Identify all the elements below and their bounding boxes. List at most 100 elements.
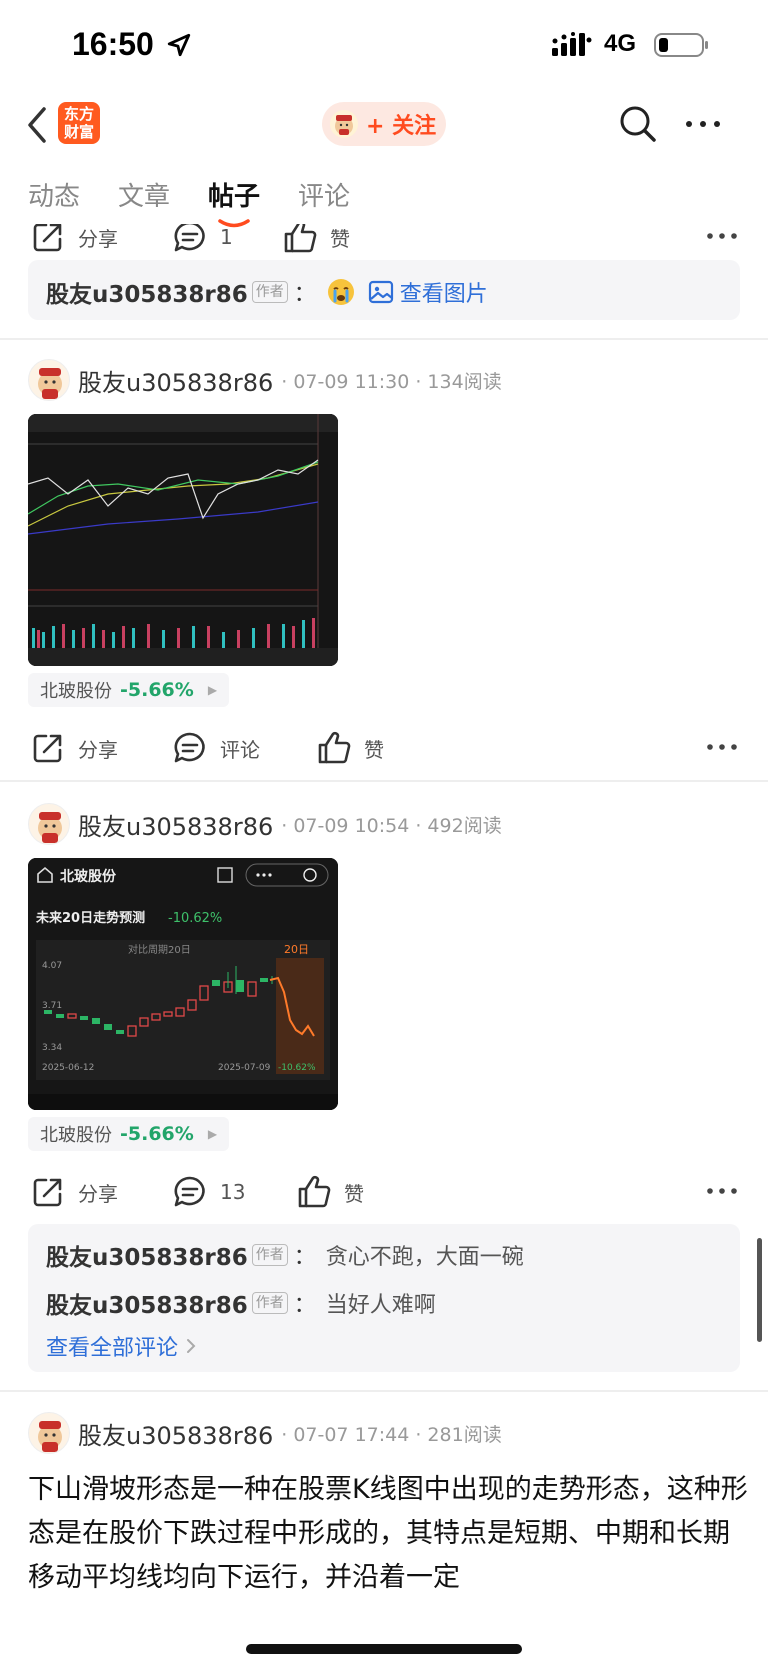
post-header: 股友u305838r86 · 07-09 11:30 · 134阅读 [28, 359, 502, 401]
comment-button[interactable]: 13 [172, 1165, 245, 1219]
post-more-icon[interactable] [706, 228, 738, 244]
fc-ytick-0: 4.07 [42, 961, 62, 971]
thumbs-up-icon [298, 1175, 331, 1208]
avatar[interactable] [28, 803, 70, 845]
post-meta: · 07-07 17:44 · 281阅读 [281, 1423, 502, 1446]
view-all-comments-label: 查看全部评论 [46, 1336, 179, 1361]
share-icon [33, 1178, 62, 1207]
chevron-right-icon: ▶ [207, 1127, 218, 1141]
avatar[interactable] [28, 359, 70, 401]
comment-text: 当好人难啊 [325, 1293, 436, 1318]
app-logo[interactable]: 东方 财富 [58, 102, 100, 144]
share-icon [33, 224, 62, 252]
tab-comments[interactable]: 评论 [298, 176, 350, 213]
network-type: 4G [604, 30, 637, 57]
share-button[interactable]: 分享 [30, 1165, 118, 1219]
scrollbar[interactable] [757, 1238, 762, 1342]
comment-username[interactable]: 股友u305838r86 [46, 1286, 248, 1320]
share-button[interactable]: 分享 [30, 224, 118, 264]
comment-button[interactable]: 评论 [172, 721, 260, 775]
location-arrow-icon [167, 33, 191, 57]
share-label: 分享 [78, 737, 118, 762]
post-username[interactable]: 股友u305838r86 [78, 807, 273, 842]
crying-emoji-icon [327, 279, 354, 305]
post-more-icon[interactable] [706, 739, 738, 755]
like-label: 赞 [344, 1181, 364, 1206]
fc-days-label: 20日 [284, 943, 309, 956]
forecast-screenshot: 北玻股份 未来20日走势预测 -10.62% 对比周期20日 20日 4.07 … [28, 858, 338, 1110]
author-tag: 作者 [251, 1292, 288, 1314]
status-time: 16:50 [72, 26, 154, 62]
post-body-text[interactable]: 下山滑坡形态是一种在股票K线图中出现的走势形态，这种形态是在股价下跌过程中形成的… [28, 1468, 748, 1600]
post-image-kline-photo[interactable] [28, 414, 338, 666]
view-all-comments-link[interactable]: 查看全部评论 [46, 1330, 198, 1362]
comment-text: 贪心不跑，大面一碗 [325, 1245, 524, 1270]
divider [0, 780, 768, 782]
like-button[interactable]: 赞 [296, 1165, 364, 1219]
more-options-icon[interactable] [684, 114, 722, 134]
comment-icon [174, 224, 205, 252]
avatar[interactable] [28, 1412, 70, 1454]
logo-text: 东方 财富 [63, 105, 94, 141]
comment-username[interactable]: 股友u305838r86 [46, 1238, 248, 1272]
comment-username[interactable]: 股友u305838r86 [46, 275, 248, 309]
comment-item: 股友u305838r86 作者 ： 查看图片 [46, 275, 488, 309]
tab-articles[interactable]: 文章 [118, 176, 170, 213]
fc-ytick-1: 3.71 [42, 1001, 62, 1011]
stock-tag[interactable]: 北玻股份 -5.66% ▶ [28, 1117, 230, 1151]
back-chevron-icon[interactable] [22, 104, 52, 146]
stock-change: -5.66% [120, 1123, 194, 1145]
like-label: 赞 [364, 737, 384, 762]
top-nav-bar: 东方 财富 + 关注 [0, 92, 768, 158]
comment-preview-box[interactable]: 股友u305838r86 作者 ： 查看图片 [28, 260, 740, 320]
battery-icon [654, 33, 708, 57]
post-header: 股友u305838r86 · 07-09 10:54 · 492阅读 [28, 803, 502, 845]
mascot-avatar-icon [38, 1421, 62, 1452]
author-tag: 作者 [251, 281, 288, 303]
share-label: 分享 [78, 1181, 118, 1206]
tab-dynamics[interactable]: 动态 [28, 176, 80, 213]
post-more-icon[interactable] [706, 1183, 738, 1199]
like-label: 赞 [330, 226, 350, 251]
divider [0, 338, 768, 340]
like-button[interactable]: 赞 [282, 224, 350, 264]
stock-name: 北玻股份 [40, 1125, 112, 1146]
fc-forecast-value: -10.62% [168, 911, 222, 926]
post-header: 股友u305838r86 · 07-07 17:44 · 281阅读 [28, 1412, 502, 1454]
fc-ytick-2: 3.34 [42, 1043, 62, 1053]
fc-date-start: 2025-06-12 [42, 1063, 94, 1073]
post-action-row: 分享 评论 赞 [0, 721, 768, 775]
search-icon[interactable] [618, 104, 658, 144]
fc-forecast-label: 未来20日走势预测 [35, 910, 145, 926]
avatar [330, 110, 358, 138]
mascot-avatar-icon [38, 368, 62, 399]
thumbs-up-icon [284, 224, 317, 253]
stock-tag[interactable]: 北玻股份 -5.66% ▶ [28, 673, 230, 707]
share-icon [33, 734, 62, 763]
tab-posts[interactable]: 帖子 [208, 176, 260, 213]
author-tag: 作者 [251, 1244, 288, 1266]
share-button[interactable]: 分享 [30, 721, 118, 775]
post-username[interactable]: 股友u305838r86 [78, 363, 273, 398]
chevron-right-icon: ▶ [207, 683, 218, 697]
comment-count: 13 [220, 1180, 246, 1204]
fc-end-pct: -10.62% [278, 1063, 316, 1073]
chevron-right-icon [187, 1339, 196, 1353]
follow-button[interactable]: + 关注 [322, 102, 446, 146]
post-username[interactable]: 股友u305838r86 [78, 1416, 273, 1451]
post-image-forecast[interactable]: 北玻股份 未来20日走势预测 -10.62% 对比周期20日 20日 4.07 … [28, 858, 338, 1110]
comment-icon [174, 1176, 205, 1207]
like-button[interactable]: 赞 [316, 721, 384, 775]
comment-button[interactable]: 1 [172, 224, 233, 264]
view-image-link[interactable]: 查看图片 [400, 276, 488, 308]
comment-count: 1 [220, 225, 233, 249]
post-action-row: 分享 1 赞 [0, 224, 768, 264]
comment-colon: ： [293, 1245, 316, 1270]
follow-label: + 关注 [366, 114, 437, 139]
home-indicator[interactable] [246, 1644, 522, 1654]
comment-preview-box[interactable]: 股友u305838r86 作者 ： 贪心不跑，大面一碗 股友u305838r86… [28, 1224, 740, 1372]
signal-icon [552, 32, 592, 56]
mascot-avatar-icon [335, 115, 353, 135]
image-icon [368, 280, 393, 304]
comment-colon: ： [293, 282, 316, 307]
